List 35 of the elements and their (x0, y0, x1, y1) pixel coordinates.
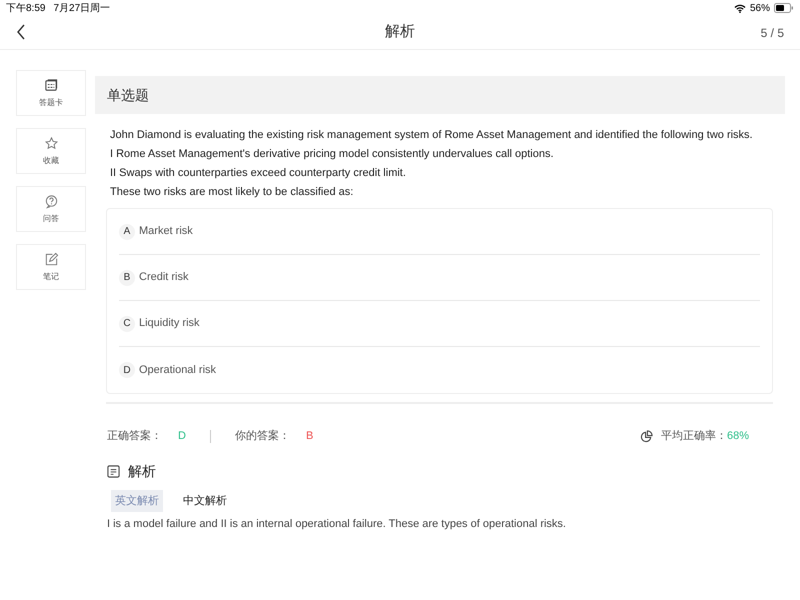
question-text: I Rome Asset Management's derivative pricing model consistently undervalues call options. (110, 147, 555, 162)
your-answer-label: 你的答案： (234, 428, 290, 444)
sidebar-item[interactable]: 问答 (16, 186, 86, 232)
question-type-header: 单选题 (95, 76, 785, 114)
average-accuracy-value: 68% (726, 429, 749, 444)
your-answer-value: B (306, 429, 314, 444)
question-bubble-icon (44, 194, 58, 208)
question-text: These two risks are most likely to be classified as: (110, 185, 354, 200)
correct-answer-label: 正确答案： (107, 428, 162, 444)
answer-option[interactable]: D Operational risk (119, 347, 760, 393)
question-counter: 5 / 5 (760, 24, 784, 42)
sidebar-item[interactable]: 收藏 (16, 128, 86, 174)
battery-percent: 56% (750, 2, 770, 16)
explanation-text: I is a model failure and II is an internal operational failure. These are types of operational risks. (106, 517, 567, 532)
sidebar-item[interactable]: 笔记 (16, 244, 86, 290)
page-title: 解析 (385, 22, 415, 42)
analysis-tab[interactable]: 中文解析 (179, 490, 231, 512)
battery-icon (774, 3, 794, 13)
average-accuracy-label: 平均正确率： (660, 428, 727, 444)
answer-sheet-icon (44, 78, 58, 92)
question-text: John Diamond is evaluating the existing risk management system of Rome Asset Management and identified the following two risks. (110, 128, 754, 143)
analysis-title: 解析 (128, 462, 156, 480)
sidebar-item[interactable]: 答题卡 (16, 70, 86, 116)
answer-option[interactable]: A Market risk (119, 209, 760, 255)
pie-chart-icon (640, 430, 653, 443)
answer-option[interactable]: C Liquidity risk (119, 301, 760, 347)
correct-answer-value: D (178, 429, 186, 444)
document-icon (107, 464, 120, 478)
edit-note-icon (44, 252, 58, 266)
question-text: II Swaps with counterparties exceed counterparty credit limit. (110, 166, 407, 181)
answer-option[interactable]: B Credit risk (119, 255, 760, 301)
star-icon (44, 136, 58, 150)
wifi-icon (734, 4, 746, 12)
status-time: 下午8:59 (6, 2, 46, 16)
status-date: 7月27日周一 (53, 2, 110, 16)
